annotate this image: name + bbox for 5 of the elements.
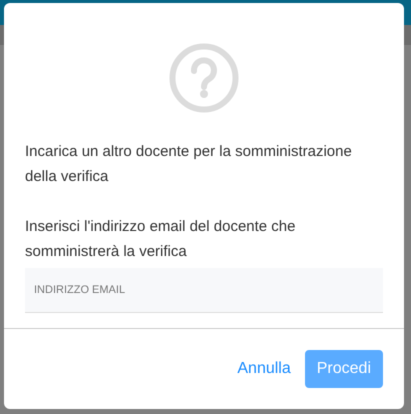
dialog-message: Incarica un altro docente per la somministrazione della verifica [25, 142, 353, 187]
email-prompt: Inserisci l'indirizzo email del docente che somministrerà la verifica [25, 217, 296, 262]
cancel-button[interactable]: Annulla [229, 349, 299, 389]
email-field[interactable]: INDIRIZZO EMAIL [25, 268, 383, 313]
question-icon [169, 43, 239, 113]
